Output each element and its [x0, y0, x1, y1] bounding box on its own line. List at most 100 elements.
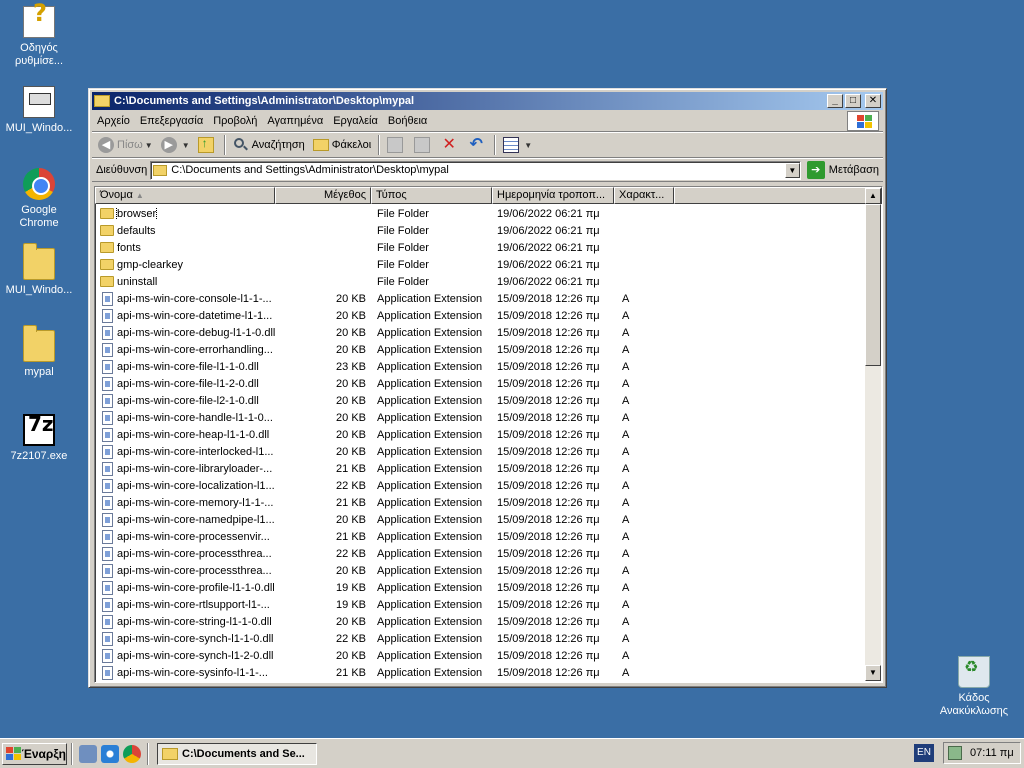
folder-row[interactable]: uninstall File Folder 19/06/2022 06:21 πμ: [96, 273, 867, 290]
column-header-type[interactable]: Τύπος: [371, 187, 492, 204]
7zip-icon: [23, 414, 55, 446]
file-row[interactable]: api-ms-win-core-sysinfo-l1-1-... 21 KB App…: [96, 664, 867, 681]
menu-view[interactable]: Προβολή: [208, 115, 262, 127]
close-button[interactable]: ✕: [865, 94, 881, 108]
address-input[interactable]: C:\Documents and Settings\Administrator\…: [150, 160, 801, 180]
vertical-scrollbar[interactable]: ▲ ▼: [865, 188, 881, 681]
dll-file-icon: [102, 444, 113, 459]
file-name: api-ms-win-core-profile-l1-1-0.dll: [117, 581, 275, 594]
up-folder-button[interactable]: ↑: [194, 134, 221, 156]
dll-file-icon: [102, 325, 113, 340]
desktop-icon-mypal[interactable]: mypal: [1, 325, 77, 379]
folders-label: Φάκελοι: [331, 139, 372, 151]
start-button[interactable]: Έναρξη: [2, 742, 67, 765]
back-button[interactable]: ◀ Πίσω ▼: [94, 134, 157, 156]
address-dropdown-button[interactable]: ▼: [784, 162, 800, 178]
file-row[interactable]: api-ms-win-core-processthrea... 20 KB Appl…: [96, 562, 867, 579]
scroll-down-button[interactable]: ▼: [865, 665, 881, 681]
back-arrow-icon: ◀: [98, 137, 114, 153]
file-row[interactable]: api-ms-win-core-localization-l1... 22 KB A…: [96, 477, 867, 494]
desktop-icon-7zip[interactable]: 7z2107.exe: [1, 414, 77, 463]
desktop-icon-chrome[interactable]: Google Chrome: [1, 168, 77, 230]
views-button[interactable]: ▼: [499, 134, 536, 156]
file-date: 15/09/2018 12:26 πμ: [497, 309, 600, 322]
file-row[interactable]: api-ms-win-core-heap-l1-1-0.dll 20 KB Appl…: [96, 426, 867, 443]
file-name: api-ms-win-core-file-l1-1-0.dll: [117, 360, 259, 373]
file-row[interactable]: api-ms-win-core-datetime-l1-1... 20 KB App…: [96, 307, 867, 324]
menu-help[interactable]: Βοήθεια: [383, 115, 432, 127]
file-row[interactable]: api-ms-win-core-interlocked-l1... 20 KB Ap…: [96, 443, 867, 460]
minimize-button[interactable]: _: [827, 94, 843, 108]
desktop-icon-recycle-bin[interactable]: Κάδος Ανακύκλωσης: [936, 656, 1012, 718]
file-row[interactable]: api-ms-win-core-synch-l1-2-0.dll 20 KB App…: [96, 647, 867, 664]
file-row[interactable]: api-ms-win-core-processenvir... 21 KB Appl…: [96, 528, 867, 545]
dll-file-icon: [102, 580, 113, 595]
copy-to-button[interactable]: [410, 134, 437, 156]
file-name: api-ms-win-core-interlocked-l1...: [117, 445, 274, 458]
file-row[interactable]: api-ms-win-core-processthrea... 22 KB Appl…: [96, 545, 867, 562]
folders-button[interactable]: Φάκελοι: [309, 134, 375, 156]
menu-file[interactable]: Αρχείο: [92, 115, 135, 127]
desktop-icon-wizard[interactable]: Οδηγός ρυθμίσε...: [1, 6, 77, 68]
folder-row[interactable]: fonts File Folder 19/06/2022 06:21 πμ: [96, 239, 867, 256]
file-attributes: A: [622, 479, 630, 492]
file-attributes: A: [622, 360, 630, 373]
address-label: Διεύθυνση: [96, 164, 148, 176]
file-attributes: A: [622, 377, 630, 390]
folder-row[interactable]: gmp-clearkey File Folder 19/06/2022 06:21 …: [96, 256, 867, 273]
dll-file-icon: [102, 495, 113, 510]
quicklaunch-chrome-icon[interactable]: [123, 744, 141, 763]
move-to-button[interactable]: [383, 134, 410, 156]
quicklaunch-ie-icon[interactable]: [101, 744, 119, 763]
file-row[interactable]: api-ms-win-core-handle-l1-1-0... 20 KB App…: [96, 409, 867, 426]
file-row[interactable]: api-ms-win-core-synch-l1-1-0.dll 22 KB App…: [96, 630, 867, 647]
folder-icon: [23, 243, 55, 280]
menu-tools[interactable]: Εργαλεία: [328, 115, 383, 127]
go-label: Μετάβαση: [828, 164, 879, 176]
folder-row[interactable]: browser File Folder 19/06/2022 06:21 πμ: [96, 205, 867, 222]
clock[interactable]: 07:11 πμ: [970, 747, 1014, 759]
desktop-icon-mui-folder[interactable]: MUI_Windo...: [1, 243, 77, 297]
menu-edit[interactable]: Επεξεργασία: [135, 115, 208, 127]
file-row[interactable]: api-ms-win-core-errorhandling... 20 KB App…: [96, 341, 867, 358]
chevron-down-icon[interactable]: ▼: [182, 141, 190, 150]
forward-button[interactable]: ▶ ▼: [157, 134, 194, 156]
taskbar-explorer-button[interactable]: C:\Documents and Se...: [157, 742, 317, 765]
file-list[interactable]: Όνομα ▲ Μέγεθος Τύπος Ημερομηνία τροποπ.…: [94, 186, 883, 683]
file-row[interactable]: api-ms-win-core-libraryloader-... 21 KB Ap…: [96, 460, 867, 477]
desktop-icon-mui-doc[interactable]: MUI_Windo...: [1, 86, 77, 135]
file-row[interactable]: api-ms-win-core-file-l1-2-0.dll 20 KB Appl…: [96, 375, 867, 392]
menu-favorites[interactable]: Αγαπημένα: [262, 115, 328, 127]
file-row[interactable]: api-ms-win-core-string-l1-1-0.dll 20 KB Ap…: [96, 613, 867, 630]
file-row[interactable]: api-ms-win-core-namedpipe-l1... 20 KB Appl…: [96, 511, 867, 528]
column-header-attributes[interactable]: Χαρακτ...: [614, 187, 674, 204]
file-row[interactable]: api-ms-win-core-debug-l1-1-0.dll 20 KB App…: [96, 324, 867, 341]
maximize-button[interactable]: □: [845, 94, 861, 108]
file-name: defaults: [117, 224, 156, 237]
column-header-date[interactable]: Ημερομηνία τροποπ...: [492, 187, 614, 204]
folder-row[interactable]: defaults File Folder 19/06/2022 06:21 πμ: [96, 222, 867, 239]
go-button[interactable]: ➔ Μετάβαση: [806, 161, 883, 179]
column-header-size[interactable]: Μέγεθος: [275, 187, 371, 204]
search-button[interactable]: Αναζήτηση: [229, 134, 309, 156]
scroll-thumb[interactable]: [865, 204, 881, 366]
chevron-down-icon[interactable]: ▼: [145, 141, 153, 150]
file-date: 15/09/2018 12:26 πμ: [497, 564, 600, 577]
network-icon[interactable]: [948, 746, 962, 760]
file-name: api-ms-win-core-handle-l1-1-0...: [117, 411, 273, 424]
undo-button[interactable]: ↶: [464, 134, 491, 156]
file-name-cell: api-ms-win-core-namedpipe-l1...: [96, 512, 276, 527]
file-row[interactable]: api-ms-win-core-file-l2-1-0.dll 20 KB Appl…: [96, 392, 867, 409]
title-bar[interactable]: C:\Documents and Settings\Administrator\…: [92, 92, 883, 110]
file-size: 22 KB: [336, 479, 366, 492]
column-header-name[interactable]: Όνομα ▲: [95, 187, 275, 204]
file-row[interactable]: api-ms-win-core-memory-l1-1-... 21 KB Appl…: [96, 494, 867, 511]
scroll-up-button[interactable]: ▲: [865, 188, 881, 204]
file-row[interactable]: api-ms-win-core-rtlsupport-l1-... 19 KB Ap…: [96, 596, 867, 613]
language-indicator[interactable]: EN: [914, 744, 934, 762]
quicklaunch-show-desktop-icon[interactable]: [79, 744, 97, 763]
file-row[interactable]: api-ms-win-core-console-l1-1-... 20 KB App…: [96, 290, 867, 307]
file-row[interactable]: api-ms-win-core-file-l1-1-0.dll 23 KB Appl…: [96, 358, 867, 375]
delete-button[interactable]: ✕: [437, 134, 464, 156]
file-row[interactable]: api-ms-win-core-profile-l1-1-0.dll 19 KB A…: [96, 579, 867, 596]
